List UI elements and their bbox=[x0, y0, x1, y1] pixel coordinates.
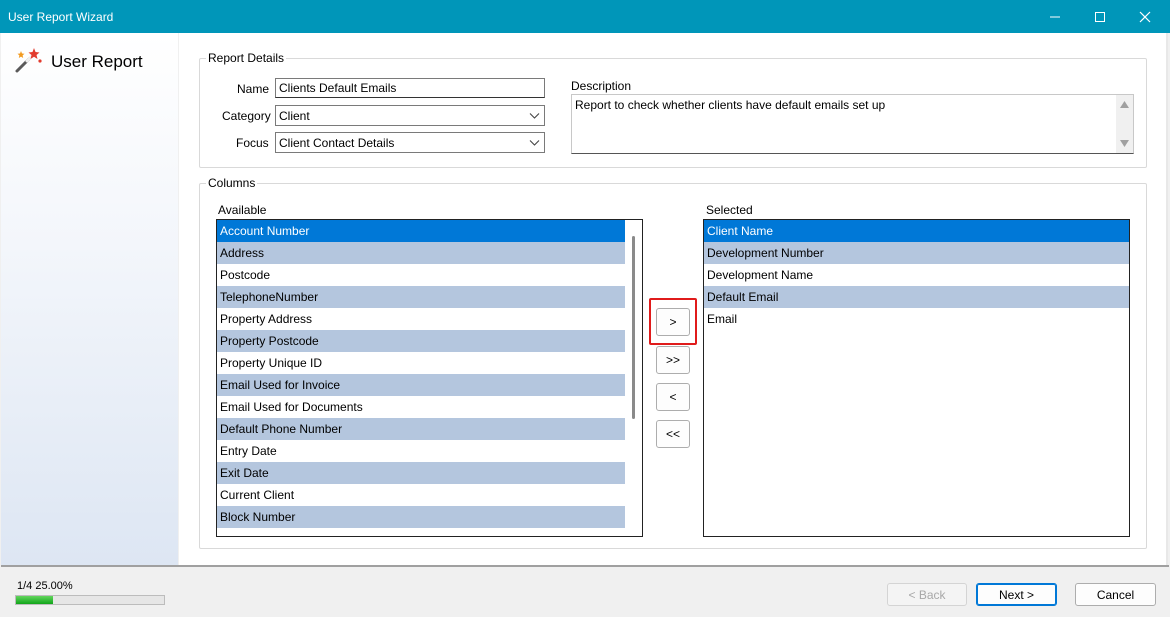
available-label: Available bbox=[218, 203, 267, 217]
description-scrollbar[interactable] bbox=[1116, 95, 1133, 153]
list-item[interactable]: Development Name bbox=[704, 264, 1129, 286]
category-label: Category bbox=[222, 109, 271, 123]
minimize-icon bbox=[1050, 16, 1060, 17]
list-item[interactable]: Postcode bbox=[217, 264, 642, 286]
add-column-button[interactable]: > bbox=[656, 308, 690, 336]
description-label: Description bbox=[571, 79, 632, 93]
close-button[interactable] bbox=[1122, 0, 1168, 33]
wizard-content: Report Details Name Clients Default Emai… bbox=[179, 33, 1168, 565]
minimize-button[interactable] bbox=[1032, 0, 1078, 33]
available-items: Account Number Address Postcode Telephon… bbox=[217, 220, 642, 528]
list-item[interactable]: Exit Date bbox=[217, 462, 642, 484]
progress-fill bbox=[16, 596, 53, 604]
wizard-sidebar: User Report bbox=[1, 33, 178, 565]
columns-legend: Columns bbox=[206, 176, 258, 190]
columns-group: Columns Available Account Number Address… bbox=[199, 176, 1147, 549]
next-button[interactable]: Next > bbox=[976, 583, 1057, 606]
maximize-button[interactable] bbox=[1077, 0, 1123, 33]
report-details-legend: Report Details bbox=[206, 51, 287, 65]
list-item[interactable]: Development Number bbox=[704, 242, 1129, 264]
list-item[interactable]: Email bbox=[704, 308, 1129, 330]
name-field[interactable]: Clients Default Emails bbox=[275, 78, 545, 98]
list-item[interactable]: Default Email bbox=[704, 286, 1129, 308]
focus-value: Client Contact Details bbox=[279, 136, 395, 150]
report-details-group: Report Details Name Clients Default Emai… bbox=[199, 51, 1147, 168]
sidebar-heading: User Report bbox=[51, 52, 143, 71]
selected-label: Selected bbox=[706, 203, 753, 217]
back-button[interactable]: < Back bbox=[887, 583, 967, 606]
category-value: Client bbox=[279, 109, 310, 123]
focus-label: Focus bbox=[236, 136, 269, 150]
list-item[interactable]: Property Postcode bbox=[217, 330, 642, 352]
list-item[interactable]: Property Unique ID bbox=[217, 352, 642, 374]
description-field[interactable]: Report to check whether clients have def… bbox=[571, 94, 1134, 154]
list-item[interactable]: Account Number bbox=[217, 220, 642, 242]
close-icon bbox=[1139, 11, 1151, 22]
magic-wand-icon bbox=[15, 48, 42, 73]
name-label: Name bbox=[237, 82, 270, 96]
list-item[interactable]: Current Client bbox=[217, 484, 642, 506]
list-item[interactable]: Block Number bbox=[217, 506, 642, 528]
window-title: User Report Wizard bbox=[8, 10, 114, 24]
list-item[interactable]: Address bbox=[217, 242, 642, 264]
cancel-button[interactable]: Cancel bbox=[1075, 583, 1156, 606]
pane-divider bbox=[1166, 33, 1168, 565]
available-list[interactable]: Account Number Address Postcode Telephon… bbox=[216, 219, 643, 537]
progress-text: 1/4 25.00% bbox=[17, 580, 73, 592]
scrollbar-thumb[interactable] bbox=[632, 236, 635, 419]
list-item[interactable]: TelephoneNumber bbox=[217, 286, 642, 308]
description-text: Report to check whether clients have def… bbox=[575, 98, 886, 112]
remove-column-button[interactable]: < bbox=[656, 383, 690, 411]
add-all-columns-button[interactable]: >> bbox=[656, 346, 690, 374]
selected-list[interactable]: Client Name Development Number Developme… bbox=[703, 219, 1130, 537]
list-item[interactable]: Email Used for Documents bbox=[217, 396, 642, 418]
available-list-scrollbar[interactable] bbox=[625, 220, 642, 536]
maximize-icon bbox=[1095, 11, 1105, 22]
progress-bar bbox=[15, 595, 165, 605]
wizard-footer: 1/4 25.00% < Back Next > Cancel bbox=[1, 565, 1169, 617]
list-item[interactable]: Entry Date bbox=[217, 440, 642, 462]
focus-select[interactable]: Client Contact Details bbox=[275, 132, 545, 153]
remove-all-columns-button[interactable]: << bbox=[656, 420, 690, 448]
title-bar: User Report Wizard bbox=[0, 0, 1170, 33]
list-item[interactable]: Property Address bbox=[217, 308, 642, 330]
category-select[interactable]: Client bbox=[275, 105, 545, 126]
list-item[interactable]: Client Name bbox=[704, 220, 1129, 242]
list-item[interactable]: Default Phone Number bbox=[217, 418, 642, 440]
chevron-down-icon bbox=[529, 113, 540, 119]
scroll-down-icon[interactable] bbox=[1119, 139, 1130, 148]
chevron-down-icon bbox=[529, 140, 540, 146]
list-item[interactable]: Email Used for Invoice bbox=[217, 374, 642, 396]
scroll-up-icon[interactable] bbox=[1119, 100, 1130, 109]
